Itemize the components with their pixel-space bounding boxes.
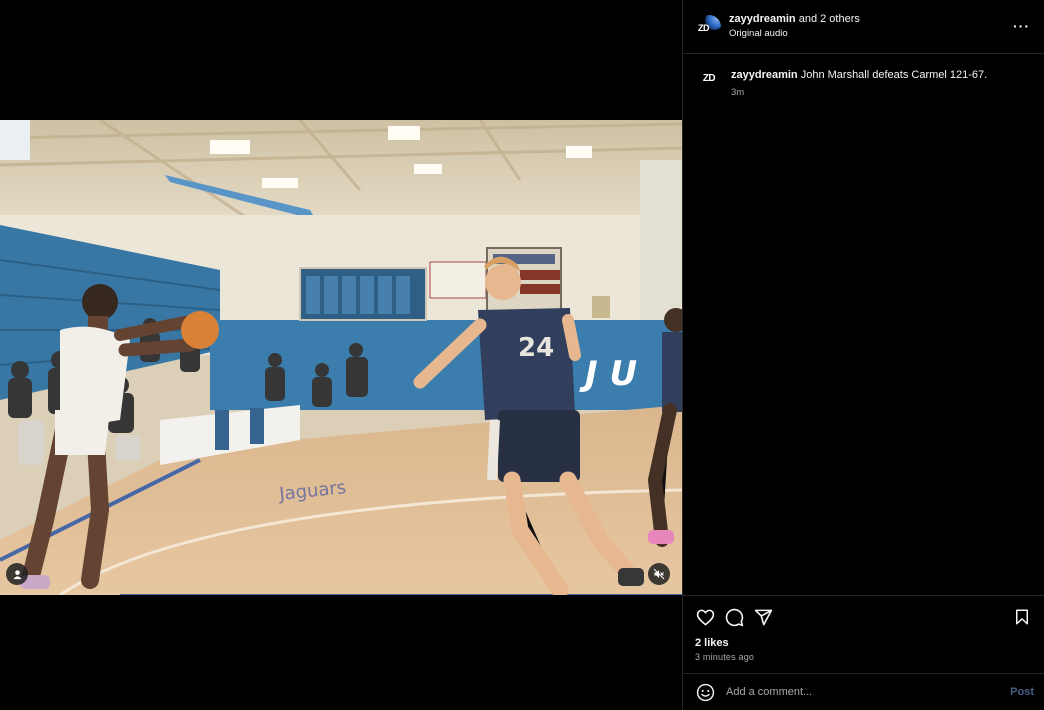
- header-authors: zayydreamin and 2 others: [729, 12, 860, 26]
- paper-plane-icon: [754, 609, 772, 625]
- post-timestamp: 3 minutes ago: [695, 652, 755, 662]
- collab-others-link[interactable]: and 2 others: [796, 13, 860, 25]
- video-frame: J U Jaguars 24: [0, 120, 682, 595]
- comments-area: ZD zayydreamin John Marshall defeats Car…: [683, 54, 1044, 595]
- heart-icon: [696, 609, 714, 625]
- author-avatar[interactable]: ZD: [697, 14, 721, 39]
- person-tag-icon: [12, 569, 22, 579]
- more-options-button[interactable]: ···: [1013, 18, 1030, 34]
- header-text: zayydreamin and 2 others Original audio: [729, 12, 860, 41]
- actions-section: 2 likes 3 minutes ago: [683, 595, 1044, 673]
- caption-avatar[interactable]: ZD: [697, 66, 721, 90]
- video-player[interactable]: J U Jaguars 24: [0, 120, 682, 595]
- like-button[interactable]: [695, 607, 715, 627]
- post-side-panel: ZD zayydreamin and 2 others Original aud…: [682, 0, 1044, 710]
- caption-username-link[interactable]: zayydreamin: [731, 69, 798, 81]
- caption: ZD zayydreamin John Marshall defeats Car…: [697, 66, 1030, 98]
- action-bar: [695, 606, 1032, 628]
- author-username-link[interactable]: zayydreamin: [729, 13, 796, 25]
- post-modal: J U Jaguars 24 ZD zayydreamin and 2 othe…: [0, 0, 1044, 710]
- caption-timestamp[interactable]: 3m: [731, 87, 987, 98]
- emoji-picker-button[interactable]: [695, 682, 715, 702]
- comment-form: Post: [683, 673, 1044, 710]
- speech-bubble-icon: [725, 608, 743, 626]
- likes-count-link[interactable]: 2 likes: [695, 637, 1032, 649]
- smiley-icon: [696, 683, 714, 701]
- comment-input[interactable]: [724, 685, 1011, 699]
- media-column: J U Jaguars 24: [0, 0, 682, 710]
- post-comment-button[interactable]: Post: [1010, 686, 1034, 698]
- ellipsis-icon: ···: [1013, 18, 1030, 34]
- share-button[interactable]: [753, 607, 773, 627]
- avatar-monogram: ZD: [698, 22, 710, 33]
- caption-text: zayydreamin John Marshall defeats Carmel…: [731, 68, 987, 82]
- caption-body: zayydreamin John Marshall defeats Carmel…: [731, 68, 987, 98]
- save-button[interactable]: [1012, 607, 1032, 627]
- caption-message: John Marshall defeats Carmel 121-67.: [797, 69, 988, 81]
- comment-button[interactable]: [724, 607, 744, 627]
- bookmark-icon: [1016, 609, 1028, 625]
- mute-toggle-button[interactable]: [648, 563, 670, 585]
- post-header: ZD zayydreamin and 2 others Original aud…: [683, 0, 1044, 54]
- audio-link[interactable]: Original audio: [729, 27, 860, 41]
- muted-speaker-icon: [653, 568, 665, 580]
- tagged-people-button[interactable]: [6, 563, 28, 585]
